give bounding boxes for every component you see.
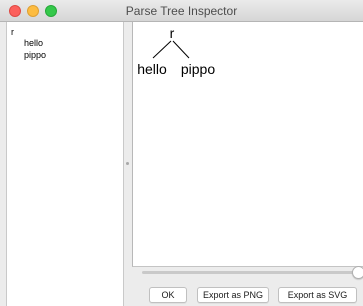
tree-leaf-label: pippo	[181, 61, 215, 77]
tree-leaf-label: hello	[137, 61, 167, 77]
tree-edge-right	[172, 40, 190, 59]
export-png-button[interactable]: Export as PNG	[197, 287, 269, 303]
parse-tree-inspector-window: Parse Tree Inspector r hello pippo r hel…	[0, 0, 363, 306]
tree-list-child-node[interactable]: hello	[24, 38, 43, 48]
window-title: Parse Tree Inspector	[125, 4, 238, 18]
pane-splitter[interactable]	[124, 22, 132, 306]
splitter-grip-icon	[126, 162, 129, 165]
title-bar[interactable]: Parse Tree Inspector	[0, 0, 363, 22]
parse-tree-canvas[interactable]: r hello pippo	[132, 22, 363, 267]
tree-edge-left	[152, 40, 172, 59]
export-svg-button[interactable]: Export as SVG	[278, 287, 357, 303]
tree-root-label: r	[170, 25, 175, 41]
parse-tree-diagram: r hello pippo	[137, 25, 215, 77]
tree-list-pane[interactable]: r hello pippo	[6, 22, 124, 306]
zoom-slider-knob[interactable]	[352, 266, 363, 279]
tree-list-root-node[interactable]: r	[11, 27, 14, 37]
ok-button[interactable]: OK	[149, 287, 187, 303]
zoom-slider-track[interactable]	[142, 271, 358, 274]
tree-list-child-node[interactable]: pippo	[24, 50, 46, 60]
